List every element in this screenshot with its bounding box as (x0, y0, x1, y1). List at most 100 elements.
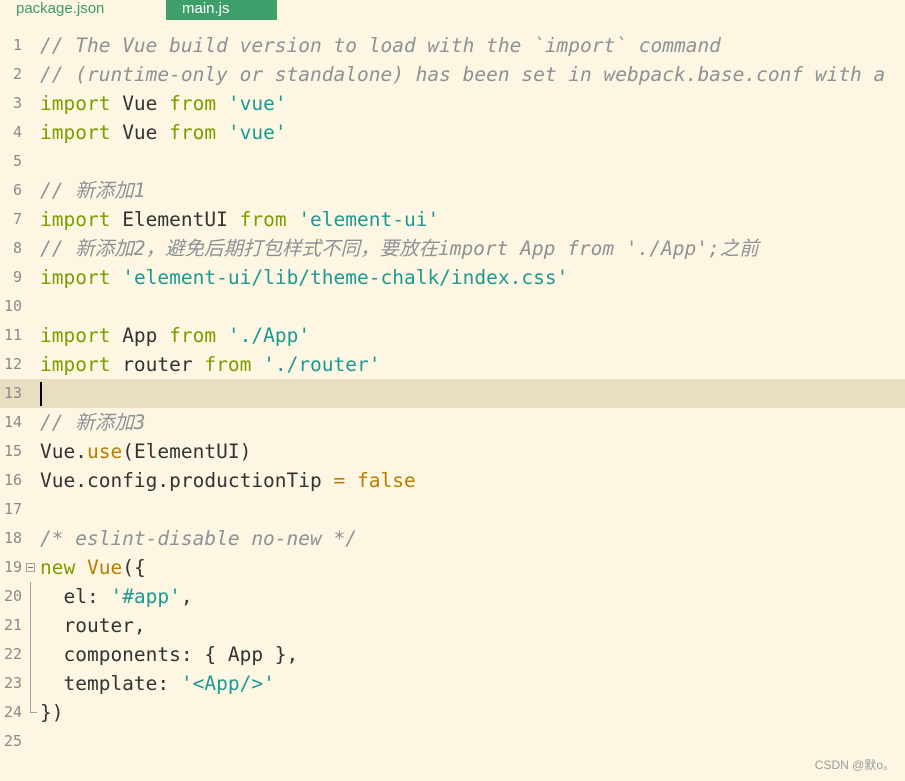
token-keyword: from (169, 324, 217, 347)
code-text: import App from './App' (40, 321, 310, 350)
code-line[interactable]: 25 (0, 727, 905, 756)
token-comment: // 新添加2，避免后期打包样式不同，要放在import App from '.… (40, 237, 759, 260)
code-line[interactable]: 3 import Vue from 'vue' (0, 89, 905, 118)
line-number: 19 (3, 558, 22, 576)
line-number: 15 (3, 442, 22, 460)
token-keyword: from (204, 353, 252, 376)
line-number: 10 (3, 297, 22, 315)
code-text: import Vue from 'vue' (40, 118, 287, 147)
code-line[interactable]: 16 Vue.config.productionTip = false (0, 466, 905, 495)
token-plain: , (180, 585, 193, 608)
token-comment: // The Vue build version to load with th… (40, 34, 721, 57)
line-number: 12 (3, 355, 22, 373)
token-keyword: import (40, 92, 111, 115)
line-number: 3 (12, 94, 22, 112)
code-text: // The Vue build version to load with th… (40, 31, 721, 60)
code-line[interactable]: 22 components: { App }, (0, 640, 905, 669)
token-plain: Vue.config.productionTip (40, 469, 334, 492)
token-plain: }) (40, 701, 64, 724)
line-number: 25 (3, 732, 22, 750)
token-plain: (ElementUI) (122, 440, 252, 463)
code-line[interactable]: 4 import Vue from 'vue' (0, 118, 905, 147)
code-line[interactable]: 6 // 新添加1 (0, 176, 905, 205)
code-text: /* eslint-disable no-new */ (40, 524, 357, 553)
code-line[interactable]: 8 // 新添加2，避免后期打包样式不同，要放在import App from '… (0, 234, 905, 263)
code-line[interactable]: 19 new Vue({ (0, 553, 905, 582)
line-number: 1 (12, 36, 22, 54)
code-line[interactable]: 12 import router from './router' (0, 350, 905, 379)
code-text: new Vue({ (40, 553, 146, 582)
code-line[interactable]: 2 // (runtime-only or standalone) has bee… (0, 60, 905, 89)
token-keyword: from (169, 121, 217, 144)
token-keyword: import (40, 266, 111, 289)
fold-collapse-icon[interactable] (26, 563, 35, 572)
code-line[interactable]: 15 Vue.use(ElementUI) (0, 437, 905, 466)
watermark: CSDN @默o。 (814, 758, 895, 772)
token-keyword: from (169, 92, 217, 115)
token-op: = (333, 469, 346, 492)
code-line[interactable]: 5 (0, 147, 905, 176)
token-plain: Vue (110, 121, 170, 144)
line-number: 9 (12, 268, 22, 286)
line-number: 20 (3, 587, 22, 605)
line-number: 7 (12, 210, 22, 228)
code-line[interactable]: 11 import App from './App' (0, 321, 905, 350)
token-string: 'element-ui' (298, 208, 440, 231)
code-line[interactable]: 18 /* eslint-disable no-new */ (0, 524, 905, 553)
code-line[interactable]: 10 (0, 292, 905, 321)
token-plain: template: (40, 672, 181, 695)
line-number: 2 (12, 65, 22, 83)
code-text: import 'element-ui/lib/theme-chalk/index… (40, 263, 568, 292)
code-line[interactable]: 23 template: '<App/>' (0, 669, 905, 698)
line-number: 18 (3, 529, 22, 547)
token-comment: /* eslint-disable no-new */ (40, 527, 357, 550)
token-plain: Vue. (40, 440, 87, 463)
line-number: 6 (12, 181, 22, 199)
code-text: router, (40, 611, 146, 640)
token-plain: router (110, 353, 205, 376)
fold-guide (30, 669, 31, 698)
token-string: '#app' (110, 585, 181, 608)
code-line[interactable]: 14 // 新添加3 (0, 408, 905, 437)
line-number: 11 (3, 326, 22, 344)
token-string: './router' (263, 353, 381, 376)
code-line[interactable]: 7 import ElementUI from 'element-ui' (0, 205, 905, 234)
code-line[interactable]: 21 router, (0, 611, 905, 640)
token-bool: false (357, 469, 416, 492)
code-text: el: '#app', (40, 582, 193, 611)
code-text: // 新添加2，避免后期打包样式不同，要放在import App from '.… (40, 234, 759, 263)
code-text: // (runtime-only or standalone) has been… (40, 60, 885, 89)
code-line[interactable]: 9 import 'element-ui/lib/theme-chalk/inde… (0, 263, 905, 292)
line-number: 14 (3, 413, 22, 431)
fold-guide (30, 640, 31, 669)
code-text: template: '<App/>' (40, 669, 274, 698)
line-number: 5 (12, 152, 22, 170)
code-text: Vue.use(ElementUI) (40, 437, 251, 466)
code-text: import Vue from 'vue' (40, 89, 287, 118)
line-number: 4 (12, 123, 22, 141)
code-line[interactable]: 13 (0, 379, 905, 408)
code-line[interactable]: 17 (0, 495, 905, 524)
code-line[interactable]: 24}) (0, 698, 905, 727)
tab-package-json[interactable]: package.json (0, 0, 120, 20)
code-text: Vue.config.productionTip = false (40, 466, 416, 495)
line-number: 23 (3, 674, 22, 692)
token-keyword: import (40, 324, 111, 347)
tab-main-js[interactable]: main.js (166, 0, 277, 20)
line-number: 13 (3, 384, 22, 402)
line-number: 21 (3, 616, 22, 634)
code-line[interactable]: 1 // The Vue build version to load with t… (0, 31, 905, 60)
token-comment: // 新添加3 (40, 411, 146, 434)
code-line[interactable]: 20 el: '#app', (0, 582, 905, 611)
token-comment: // 新添加1 (40, 179, 146, 202)
code-text: components: { App }, (40, 640, 298, 669)
token-keyword: import (40, 121, 111, 144)
token-plain: router, (40, 614, 146, 637)
code-editor[interactable]: 1 // The Vue build version to load with t… (0, 31, 905, 771)
